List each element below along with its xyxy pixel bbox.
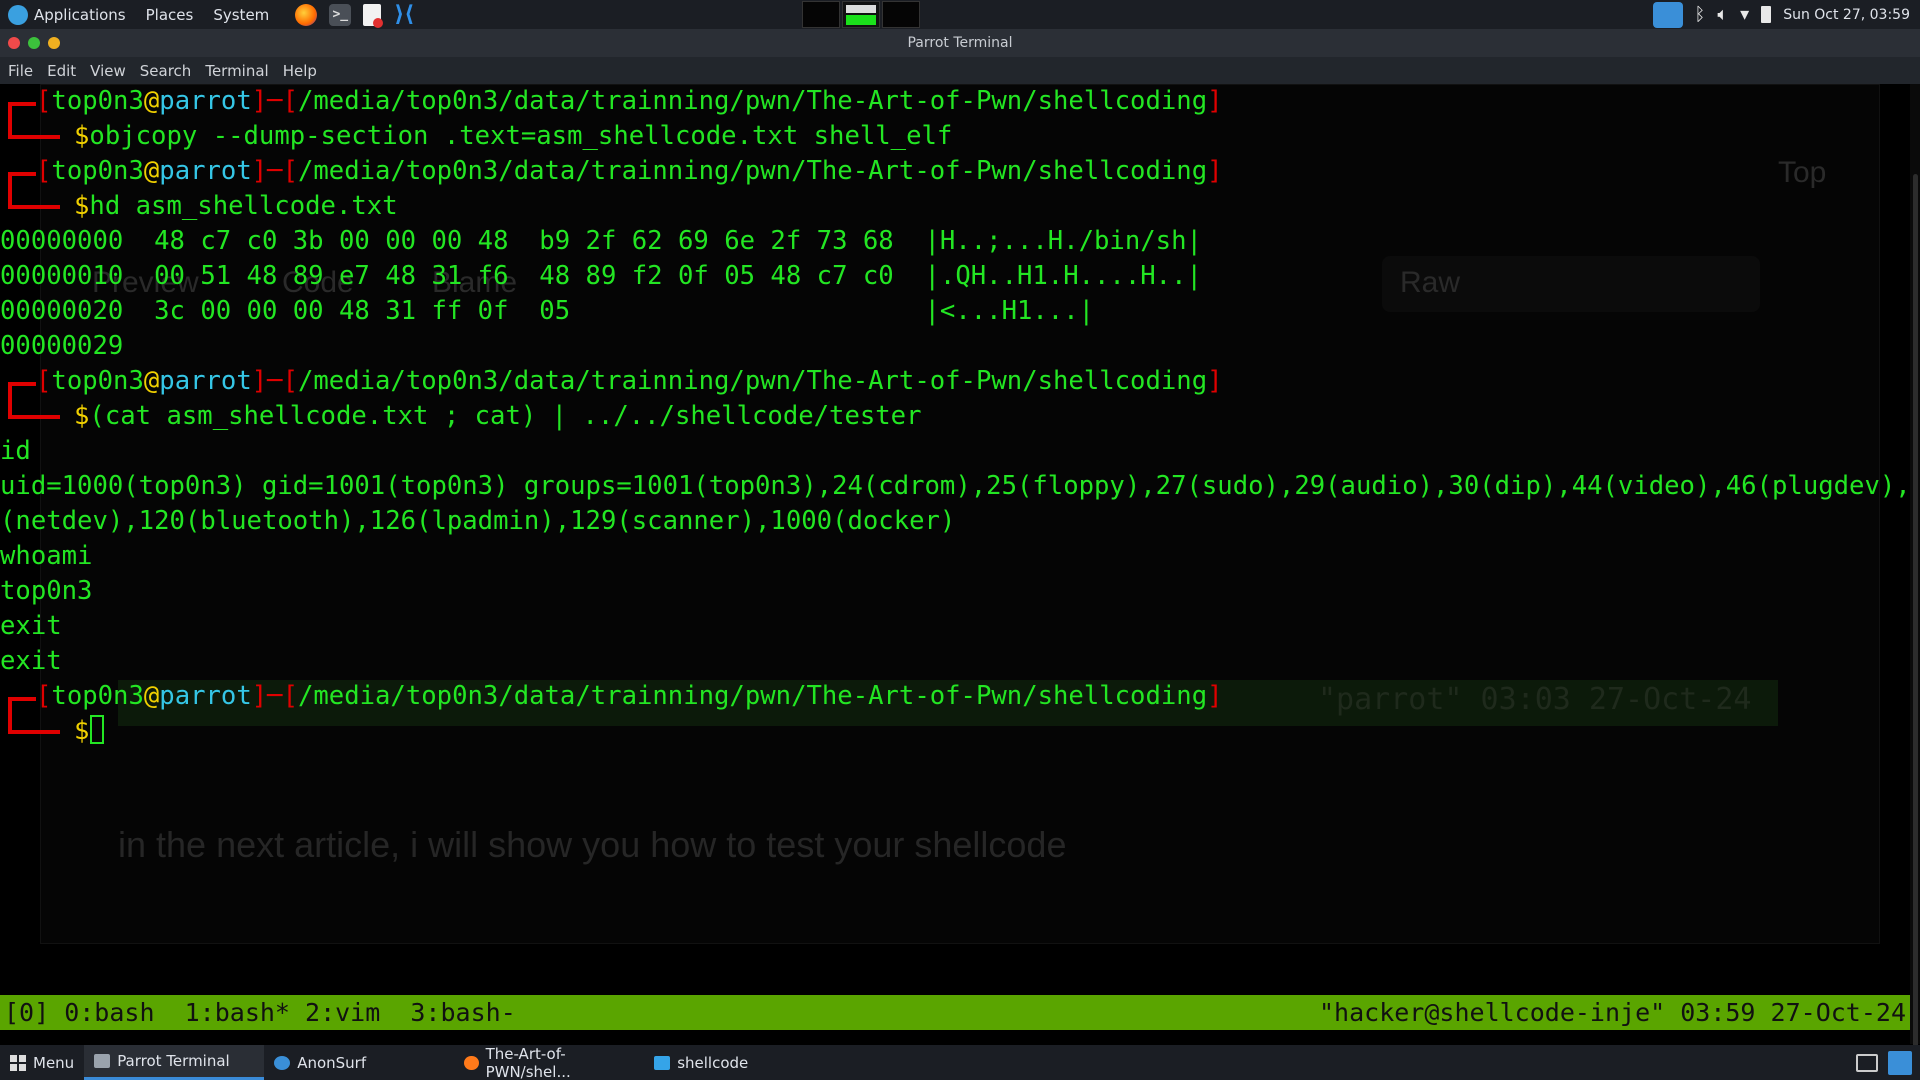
task-label: Parrot Terminal — [117, 1052, 230, 1070]
tmux-session-info: "hacker@shellcode-inje" 03:59 27-Oct-24 — [1319, 998, 1906, 1027]
bottom-taskbar: Menu Parrot Terminal AnonSurf The-Art-of… — [0, 1045, 1920, 1080]
terminal-view[interactable]: Top Preview Code Blame Raw "parrot" 03:0… — [0, 84, 1910, 994]
text-editor-icon[interactable] — [363, 3, 384, 28]
system-tray: ᛒ 🔈︎ ▾ Sun Oct 27, 03:59 — [1652, 0, 1920, 29]
wifi-icon[interactable]: ▾ — [1740, 4, 1749, 25]
prompt-line: [top0n3@parrot]─[/media/top0n3/data/trai… — [36, 86, 1223, 116]
menu-view[interactable]: View — [90, 62, 126, 80]
prompt-line: [top0n3@parrot]─[/media/top0n3/data/trai… — [36, 366, 1223, 396]
workspace-2[interactable] — [842, 1, 880, 28]
applications-menu[interactable]: Applications — [0, 0, 138, 29]
task-anonsurf[interactable]: AnonSurf — [264, 1045, 454, 1080]
menu-edit[interactable]: Edit — [47, 62, 76, 80]
window-title: Parrot Terminal — [907, 35, 1013, 51]
ghost-raw-button: Raw — [1400, 266, 1461, 299]
bluetooth-icon[interactable]: ᛒ — [1695, 4, 1706, 25]
terminal-launcher-icon[interactable]: >_ — [329, 3, 352, 26]
task-label: The-Art-of-PWN/shel... — [485, 1044, 571, 1080]
output-line: exit — [0, 646, 62, 676]
network-manager-icon[interactable] — [1652, 1, 1683, 28]
menu-label: Menu — [33, 1053, 75, 1072]
active-prompt[interactable]: $ — [74, 714, 105, 749]
task-shellcode-folder[interactable]: shellcode — [644, 1045, 758, 1080]
output-line: whoami — [0, 541, 93, 571]
terminal-scrollbar[interactable] — [1910, 84, 1920, 1080]
taskbar-tray — [1856, 1045, 1912, 1080]
command-line: $(cat asm_shellcode.txt ; cat) | ../../s… — [74, 401, 922, 431]
system-label: System — [213, 5, 270, 24]
window-titlebar[interactable]: Parrot Terminal — [0, 29, 1920, 57]
tmux-status-bar: [0] 0:bash 1:bash* 2:vim 3:bash- "hacker… — [0, 995, 1910, 1030]
menu-help[interactable]: Help — [283, 62, 317, 80]
prompt-line: [top0n3@parrot]─[/media/top0n3/data/trai… — [36, 156, 1223, 186]
task-parrot-terminal[interactable]: Parrot Terminal — [84, 1045, 265, 1080]
terminal-menubar: File Edit View Search Terminal Help — [0, 57, 1920, 84]
volume-icon[interactable]: 🔈︎ — [1717, 4, 1728, 25]
workspace-3[interactable] — [882, 1, 920, 28]
scrollbar-thumb[interactable] — [1913, 174, 1918, 1080]
top-panel: Applications Places System >_ ⟩⟨ ᛒ 🔈︎ ▾ … — [0, 0, 1920, 29]
firefox-icon[interactable] — [295, 3, 318, 26]
command-line: $objcopy --dump-section .text=asm_shellc… — [74, 121, 953, 151]
ghost-article-text: in the next article, i will show you how… — [118, 824, 1067, 865]
menu-file[interactable]: File — [8, 62, 33, 80]
workspace-1[interactable] — [802, 1, 840, 28]
menu-search[interactable]: Search — [140, 62, 192, 80]
output-line: uid=1000(top0n3) gid=1001(top0n3) groups… — [0, 471, 1910, 501]
tmux-window-list: [0] 0:bash 1:bash* 2:vim 3:bash- — [4, 998, 516, 1027]
output-line: exit — [0, 611, 62, 641]
battery-icon[interactable] — [1761, 6, 1772, 23]
task-firefox[interactable]: The-Art-of-PWN/shel... — [454, 1045, 644, 1080]
anonsurf-icon — [274, 1055, 291, 1070]
keyboard-icon[interactable] — [1856, 1053, 1878, 1072]
grid-menu-icon — [10, 1054, 26, 1071]
show-desktop-icon[interactable] — [1888, 1050, 1912, 1075]
output-line: top0n3 — [0, 576, 93, 606]
ghost-top-link: Top — [1778, 156, 1827, 189]
output-line: id — [0, 436, 31, 466]
firefox-icon — [464, 1055, 479, 1070]
places-menu[interactable]: Places — [138, 0, 206, 29]
applications-label: Applications — [34, 5, 126, 24]
clock[interactable]: Sun Oct 27, 03:59 — [1783, 7, 1910, 23]
hexdump-line: 00000029 — [0, 331, 124, 361]
hexdump-line: 00000000 48 c7 c0 3b 00 00 00 48 b9 2f 6… — [0, 226, 1202, 256]
workspace-switcher[interactable] — [802, 1, 920, 28]
prompt-line: [top0n3@parrot]─[/media/top0n3/data/trai… — [36, 681, 1223, 711]
terminal-icon — [94, 1054, 111, 1068]
hexdump-line: 00000020 3c 00 00 00 48 31 ff 0f 05 |<..… — [0, 296, 1095, 326]
parrot-logo-icon — [8, 4, 28, 25]
ghost-tmux-status: "parrot" 03:03 27-Oct-24 — [1318, 682, 1752, 717]
places-label: Places — [145, 5, 194, 24]
system-menu[interactable]: System — [205, 0, 281, 29]
hexdump-line: 00000010 00 51 48 89 e7 48 31 f6 48 89 f… — [0, 261, 1202, 291]
folder-icon — [654, 1055, 671, 1070]
menu-terminal[interactable]: Terminal — [205, 62, 268, 80]
output-line: (netdev),120(bluetooth),126(lpadmin),129… — [0, 506, 956, 536]
task-label: shellcode — [677, 1053, 749, 1072]
vscode-icon[interactable]: ⟩⟨ — [393, 2, 415, 27]
command-line: $hd asm_shellcode.txt — [74, 191, 398, 221]
start-menu-button[interactable]: Menu — [0, 1045, 84, 1080]
text-cursor — [90, 715, 105, 744]
task-label: AnonSurf — [297, 1053, 367, 1072]
